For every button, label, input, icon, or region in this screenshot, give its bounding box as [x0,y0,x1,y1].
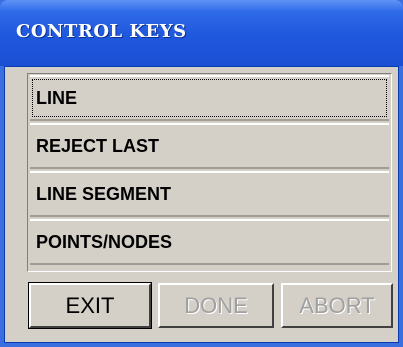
list-item-line[interactable]: LINE [30,75,389,121]
window-title: CONTROL KEYS [16,21,187,42]
exit-button-label: EXIT [65,293,115,318]
list-item-line-segment[interactable]: LINE SEGMENT [30,171,389,217]
control-keys-list: LINE REJECT LAST LINE SEGMENT POINTS/NOD… [27,73,392,272]
list-item-label: POINTS/NODES [36,232,173,252]
list-item-label: LINE SEGMENT [36,184,172,204]
abort-button-label: ABORT [299,293,375,318]
list-item-label: LINE [36,88,78,108]
done-button-label: DONE [184,293,248,318]
abort-button[interactable]: ABORT [281,283,393,328]
list-item-label: REJECT LAST [36,136,160,156]
list-item-points-nodes[interactable]: POINTS/NODES [30,219,389,265]
dialog-client-area: LINE REJECT LAST LINE SEGMENT POINTS/NOD… [4,66,399,343]
title-bar[interactable]: CONTROL KEYS [0,0,403,66]
list-item-reject-last[interactable]: REJECT LAST [30,123,389,169]
exit-button[interactable]: EXIT [28,282,152,329]
control-keys-window: CONTROL KEYS LINE REJECT LAST LINE SEGME… [0,0,403,347]
done-button[interactable]: DONE [158,283,274,328]
